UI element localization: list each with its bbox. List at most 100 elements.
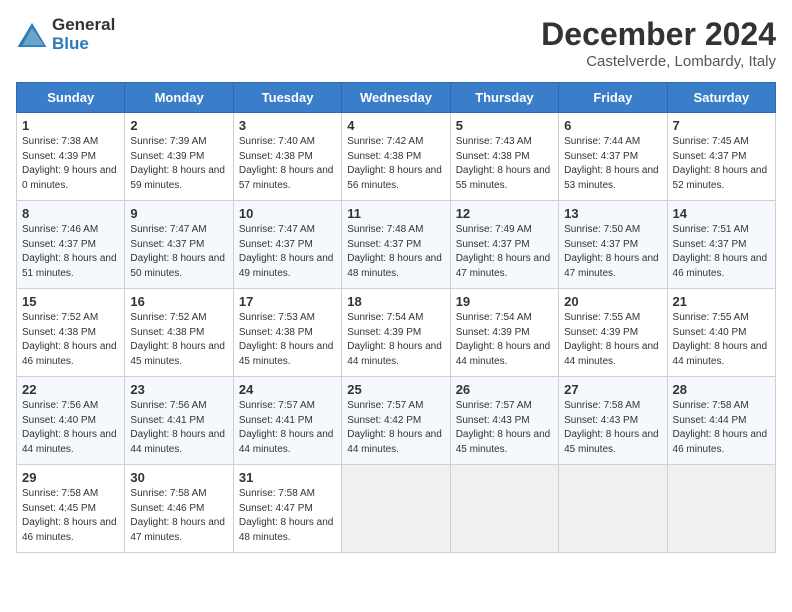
calendar-table: SundayMondayTuesdayWednesdayThursdayFrid… [16, 82, 776, 553]
calendar-cell: 30 Sunrise: 7:58 AMSunset: 4:46 PMDayligh… [125, 465, 233, 553]
calendar-week-row: 15 Sunrise: 7:52 AMSunset: 4:38 PMDayligh… [17, 289, 776, 377]
cell-info: Sunrise: 7:55 AMSunset: 4:39 PMDaylight:… [564, 312, 659, 367]
day-number: 12 [456, 206, 553, 221]
cell-info: Sunrise: 7:50 AMSunset: 4:37 PMDaylight:… [564, 224, 659, 279]
cell-info: Sunrise: 7:44 AMSunset: 4:37 PMDaylight:… [564, 136, 659, 191]
cell-info: Sunrise: 7:52 AMSunset: 4:38 PMDaylight:… [130, 312, 225, 367]
calendar-cell: 10Sunrise: 7:47 AMSunset: 4:37 PMDayligh… [233, 201, 341, 289]
cell-info: Sunrise: 7:39 AMSunset: 4:39 PMDaylight:… [130, 136, 225, 191]
day-number: 14 [673, 206, 770, 221]
cell-info: Sunrise: 7:40 AMSunset: 4:38 PMDaylight:… [239, 136, 334, 191]
cell-info: Sunrise: 7:58 AMSunset: 4:44 PMDaylight:… [673, 400, 768, 455]
day-number: 25 [347, 382, 444, 397]
day-number: 30 [130, 470, 227, 485]
calendar-cell: 25 Sunrise: 7:57 AMSunset: 4:42 PMDayligh… [342, 377, 450, 465]
cell-info: Sunrise: 7:57 AMSunset: 4:43 PMDaylight:… [456, 400, 551, 455]
calendar-cell: 3 Sunrise: 7:40 AMSunset: 4:38 PMDaylight… [233, 113, 341, 201]
calendar-cell: 19 Sunrise: 7:54 AMSunset: 4:39 PMDayligh… [450, 289, 558, 377]
header-day: Wednesday [342, 83, 450, 113]
calendar-cell [667, 465, 775, 553]
calendar-cell: 26 Sunrise: 7:57 AMSunset: 4:43 PMDayligh… [450, 377, 558, 465]
day-number: 29 [22, 470, 119, 485]
calendar-cell [559, 465, 667, 553]
calendar-cell: 22 Sunrise: 7:56 AMSunset: 4:40 PMDayligh… [17, 377, 125, 465]
day-number: 23 [130, 382, 227, 397]
calendar-cell: 27 Sunrise: 7:58 AMSunset: 4:43 PMDayligh… [559, 377, 667, 465]
day-number: 16 [130, 294, 227, 309]
day-number: 24 [239, 382, 336, 397]
month-title: December 2024 [541, 16, 776, 53]
day-number: 2 [130, 118, 227, 133]
header-day: Tuesday [233, 83, 341, 113]
calendar-cell: 12 Sunrise: 7:49 AMSunset: 4:37 PMDayligh… [450, 201, 558, 289]
location-title: Castelverde, Lombardy, Italy [541, 53, 776, 70]
logo-icon [16, 21, 48, 49]
header-day: Thursday [450, 83, 558, 113]
header-day: Sunday [17, 83, 125, 113]
calendar-cell: 1 Sunrise: 7:38 AMSunset: 4:39 PMDaylight… [17, 113, 125, 201]
calendar-week-row: 1 Sunrise: 7:38 AMSunset: 4:39 PMDaylight… [17, 113, 776, 201]
calendar-cell: 13 Sunrise: 7:50 AMSunset: 4:37 PMDayligh… [559, 201, 667, 289]
page-header: General Blue December 2024 Castelverde, … [16, 16, 776, 70]
cell-info: Sunrise: 7:56 AMSunset: 4:41 PMDaylight:… [130, 400, 225, 455]
header-row: SundayMondayTuesdayWednesdayThursdayFrid… [17, 83, 776, 113]
day-number: 13 [564, 206, 661, 221]
calendar-cell: 18Sunrise: 7:54 AMSunset: 4:39 PMDayligh… [342, 289, 450, 377]
day-number: 4 [347, 118, 444, 133]
header-day: Friday [559, 83, 667, 113]
day-number: 11 [347, 206, 444, 221]
calendar-cell: 2 Sunrise: 7:39 AMSunset: 4:39 PMDaylight… [125, 113, 233, 201]
day-number: 20 [564, 294, 661, 309]
cell-info: Sunrise: 7:57 AMSunset: 4:42 PMDaylight:… [347, 400, 442, 455]
cell-info: Sunrise: 7:53 AMSunset: 4:38 PMDaylight:… [239, 312, 334, 367]
day-number: 6 [564, 118, 661, 133]
cell-info: Sunrise: 7:58 AMSunset: 4:43 PMDaylight:… [564, 400, 659, 455]
header-day: Saturday [667, 83, 775, 113]
calendar-cell: 11 Sunrise: 7:48 AMSunset: 4:37 PMDayligh… [342, 201, 450, 289]
calendar-cell: 23 Sunrise: 7:56 AMSunset: 4:41 PMDayligh… [125, 377, 233, 465]
calendar-cell: 24 Sunrise: 7:57 AMSunset: 4:41 PMDayligh… [233, 377, 341, 465]
cell-info: Sunrise: 7:48 AMSunset: 4:37 PMDaylight:… [347, 224, 442, 279]
cell-info: Sunrise: 7:45 AMSunset: 4:37 PMDaylight:… [673, 136, 768, 191]
day-number: 28 [673, 382, 770, 397]
cell-info: Sunrise: 7:56 AMSunset: 4:40 PMDaylight:… [22, 400, 117, 455]
cell-info: Sunrise: 7:57 AMSunset: 4:41 PMDaylight:… [239, 400, 334, 455]
day-number: 26 [456, 382, 553, 397]
cell-info: Sunrise: 7:42 AMSunset: 4:38 PMDaylight:… [347, 136, 442, 191]
calendar-cell: 28 Sunrise: 7:58 AMSunset: 4:44 PMDayligh… [667, 377, 775, 465]
logo-blue: Blue [52, 35, 115, 54]
day-number: 1 [22, 118, 119, 133]
calendar-week-row: 22 Sunrise: 7:56 AMSunset: 4:40 PMDayligh… [17, 377, 776, 465]
cell-info: Sunrise: 7:54 AMSunset: 4:39 PMDaylight:… [347, 312, 442, 367]
day-number: 3 [239, 118, 336, 133]
day-number: 22 [22, 382, 119, 397]
day-number: 19 [456, 294, 553, 309]
calendar-week-row: 29 Sunrise: 7:58 AMSunset: 4:45 PMDayligh… [17, 465, 776, 553]
day-number: 9 [130, 206, 227, 221]
calendar-cell: 15 Sunrise: 7:52 AMSunset: 4:38 PMDayligh… [17, 289, 125, 377]
cell-info: Sunrise: 7:58 AMSunset: 4:47 PMDaylight:… [239, 488, 334, 543]
cell-info: Sunrise: 7:54 AMSunset: 4:39 PMDaylight:… [456, 312, 551, 367]
cell-info: Sunrise: 7:58 AMSunset: 4:45 PMDaylight:… [22, 488, 117, 543]
cell-info: Sunrise: 7:49 AMSunset: 4:37 PMDaylight:… [456, 224, 551, 279]
calendar-cell: 16 Sunrise: 7:52 AMSunset: 4:38 PMDayligh… [125, 289, 233, 377]
day-number: 15 [22, 294, 119, 309]
calendar-cell [450, 465, 558, 553]
day-number: 27 [564, 382, 661, 397]
day-number: 21 [673, 294, 770, 309]
header-day: Monday [125, 83, 233, 113]
logo-general: General [52, 16, 115, 35]
cell-info: Sunrise: 7:55 AMSunset: 4:40 PMDaylight:… [673, 312, 768, 367]
logo: General Blue [16, 16, 115, 53]
cell-info: Sunrise: 7:38 AMSunset: 4:39 PMDaylight:… [22, 136, 117, 191]
day-number: 5 [456, 118, 553, 133]
calendar-body: 1 Sunrise: 7:38 AMSunset: 4:39 PMDaylight… [17, 113, 776, 553]
cell-info: Sunrise: 7:46 AMSunset: 4:37 PMDaylight:… [22, 224, 117, 279]
calendar-cell: 14Sunrise: 7:51 AMSunset: 4:37 PMDayligh… [667, 201, 775, 289]
cell-info: Sunrise: 7:47 AMSunset: 4:37 PMDaylight:… [239, 224, 334, 279]
cell-info: Sunrise: 7:52 AMSunset: 4:38 PMDaylight:… [22, 312, 117, 367]
cell-info: Sunrise: 7:47 AMSunset: 4:37 PMDaylight:… [130, 224, 225, 279]
calendar-week-row: 8Sunrise: 7:46 AMSunset: 4:37 PMDaylight… [17, 201, 776, 289]
cell-info: Sunrise: 7:58 AMSunset: 4:46 PMDaylight:… [130, 488, 225, 543]
title-block: December 2024 Castelverde, Lombardy, Ita… [541, 16, 776, 70]
